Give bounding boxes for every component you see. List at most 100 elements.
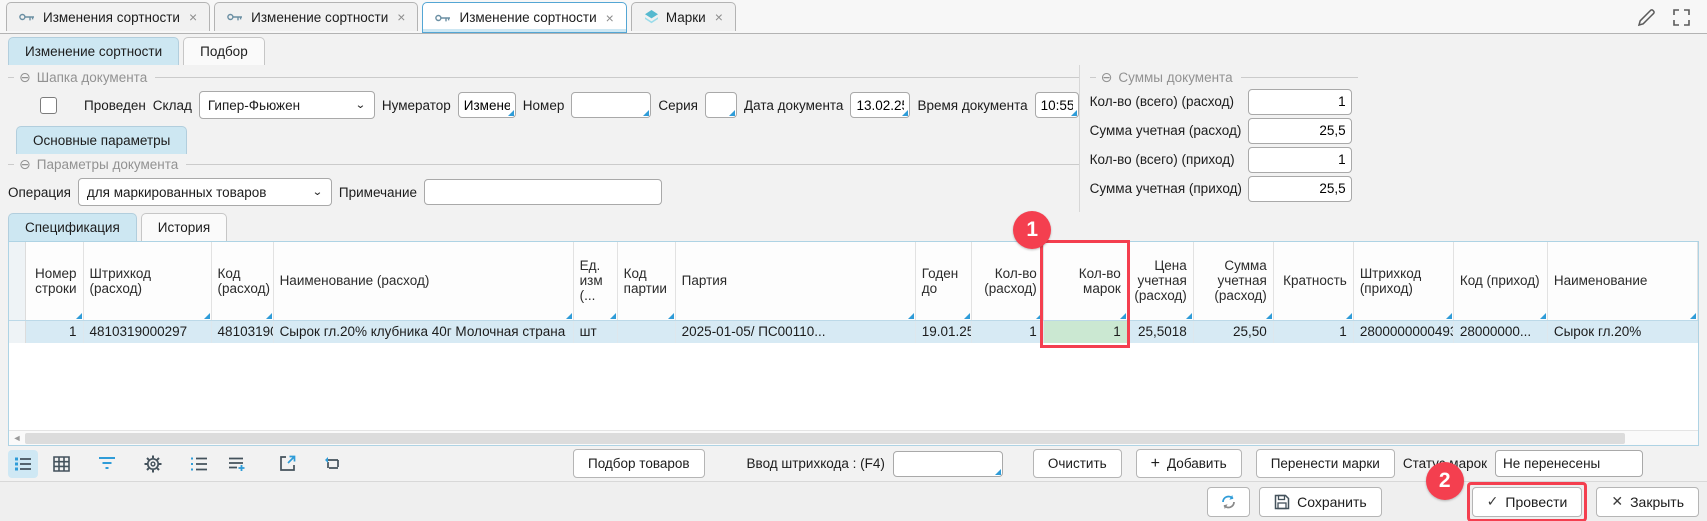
column-header[interactable]: Штрихкод (приход) [1353,242,1453,320]
doc-time-field[interactable] [1035,92,1079,118]
podbor-tovarov-button[interactable]: Подбор товаров [573,449,705,478]
barcode-input[interactable] [893,451,1003,477]
table-cell[interactable]: 1 [971,320,1043,343]
table-cell[interactable]: Сырок гл.20% [1547,320,1697,343]
column-header[interactable]: Сумма учетная (расход) [1193,242,1273,320]
seriya-field[interactable] [705,92,737,118]
marks-status-value[interactable]: Не перенесены [1495,450,1643,477]
scrollbar-thumb[interactable] [25,433,1625,444]
document-link-icon [19,11,36,23]
tab-close-icon[interactable]: × [189,9,197,25]
numerator-field[interactable] [458,92,516,118]
filter-button[interactable] [92,450,122,478]
column-header[interactable]: Код (расход) [211,242,273,320]
table-cell[interactable]: 2800000000493 [1353,320,1453,343]
table-cell[interactable]: 48103190... [211,320,273,343]
proveden-checkbox[interactable] [40,97,57,114]
horizontal-scrollbar[interactable]: ◄ [9,430,1698,445]
note-label: Примечание [339,185,417,200]
table-cell[interactable]: 25,50 [1193,320,1273,343]
column-header[interactable]: Годен до [915,242,971,320]
table-cell[interactable] [617,320,675,343]
tab-close-icon[interactable]: × [715,9,723,25]
window-tab-bar: Изменения сортности × Изменение сортност… [0,0,1707,34]
edit-pencil-icon[interactable] [1637,8,1656,27]
tab-close-icon[interactable]: × [397,9,405,25]
collapse-icon[interactable]: ⊖ [19,69,31,86]
column-header[interactable]: Кол-во марок [1043,242,1127,320]
tab-close-icon[interactable]: × [606,10,614,26]
nomer-field[interactable] [571,92,651,118]
table-cell[interactable]: 2025-01-05/ ПС00110... [675,320,915,343]
add-button[interactable]: +Добавить [1136,449,1242,478]
marks-qty-cell[interactable]: 1 [1043,320,1127,343]
column-header[interactable]: Номер строки [25,242,83,320]
table-cell[interactable]: 1 [1273,320,1353,343]
table-cell[interactable]: Сырок гл.20% клубника 40г Молочная стран… [273,320,573,343]
table-cell[interactable]: 28000000... [1453,320,1547,343]
footer-bar: Сохранить 2 ✓ Провести ✕ Закрыть [0,481,1707,521]
column-header[interactable]: Код партии [617,242,675,320]
column-header[interactable]: Наименование (расход) [273,242,573,320]
collapse-icon[interactable]: ⊖ [19,156,31,173]
post-button[interactable]: ✓ Провести [1472,487,1583,517]
list-view-button[interactable] [8,450,38,478]
spec-tab-bar: Спецификация История [0,212,1707,241]
sklad-select[interactable]: Гипер-Фьюжен ⌄ [199,91,375,119]
header-section-title: Шапка документа [37,70,147,85]
column-header[interactable]: Наименование [1547,242,1697,320]
tab-podbor[interactable]: Подбор [183,37,265,65]
sum-in-field[interactable] [1248,176,1352,202]
refresh-button[interactable] [1207,487,1250,517]
scroll-left-icon[interactable]: ◄ [9,433,25,443]
seriya-label: Серия [658,98,698,113]
column-header[interactable]: Ед. изм (... [573,242,617,320]
tab-specifikaciya[interactable]: Спецификация [8,213,137,241]
window-tab-izmenenie-sortnosti-1[interactable]: Изменение сортности × [214,2,418,31]
refresh-icon [1220,494,1237,510]
operation-select-value: для маркированных товаров [87,185,266,200]
transfer-marks-button[interactable]: Перенести марки [1256,449,1395,478]
table-cell[interactable]: 19.01.25 [915,320,971,343]
table-cell[interactable]: 4810319000297 [83,320,211,343]
column-header[interactable]: Код (приход) [1453,242,1547,320]
row-indicator[interactable] [9,320,25,343]
qty-out-field[interactable] [1248,89,1352,115]
sklad-select-value: Гипер-Фьюжен [208,98,300,113]
column-header[interactable]: Кол-во (расход) [971,242,1043,320]
fullscreen-icon[interactable] [1672,8,1691,27]
tab-osnovnye-parametry[interactable]: Основные параметры [16,126,187,154]
table-cell[interactable]: 1 [25,320,83,343]
numbered-list-button[interactable] [184,450,214,478]
window-tab-izmenenie-sortnosti-2-active[interactable]: Изменение сортности × [422,2,626,33]
close-button[interactable]: ✕ Закрыть [1596,487,1699,517]
column-header[interactable]: Партия [675,242,915,320]
window-tab-label: Изменение сортности [251,10,388,25]
operation-select[interactable]: для маркированных товаров ⌄ [78,178,332,206]
tab-izmenenie-sortnosti[interactable]: Изменение сортности [8,37,179,65]
table-row-selected: 1481031900029748103190...Сырок гл.20% кл… [9,320,1698,343]
column-header[interactable]: Кратность [1273,242,1353,320]
doc-date-field[interactable] [850,92,910,118]
reload-rows-button[interactable] [318,450,348,478]
table-cell[interactable]: шт [573,320,617,343]
tab-istoriya[interactable]: История [141,213,227,241]
column-header[interactable]: Цена учетная (расход) [1127,242,1193,320]
save-disk-icon [1274,494,1290,510]
clear-button[interactable]: Очистить [1033,449,1122,478]
qty-in-field[interactable] [1248,147,1352,173]
column-header[interactable]: Штрихкод (расход) [83,242,211,320]
numerator-label: Нумератор [382,98,451,113]
note-field[interactable] [424,179,662,205]
window-tab-marki[interactable]: Марки × [631,2,736,31]
save-button[interactable]: Сохранить [1259,487,1382,517]
sum-out-field[interactable] [1248,118,1352,144]
sums-panel: ⊖ Суммы документа Кол-во (всего) (расход… [1079,65,1707,212]
add-rows-button[interactable] [222,450,252,478]
collapse-icon[interactable]: ⊖ [1101,69,1113,86]
window-tab-izmeneniya-sortnosti[interactable]: Изменения сортности × [6,2,210,31]
grid-view-button[interactable] [46,450,76,478]
table-cell[interactable]: 25,5018 [1127,320,1193,343]
open-external-button[interactable] [272,450,302,478]
settings-gear-icon[interactable] [138,450,168,478]
